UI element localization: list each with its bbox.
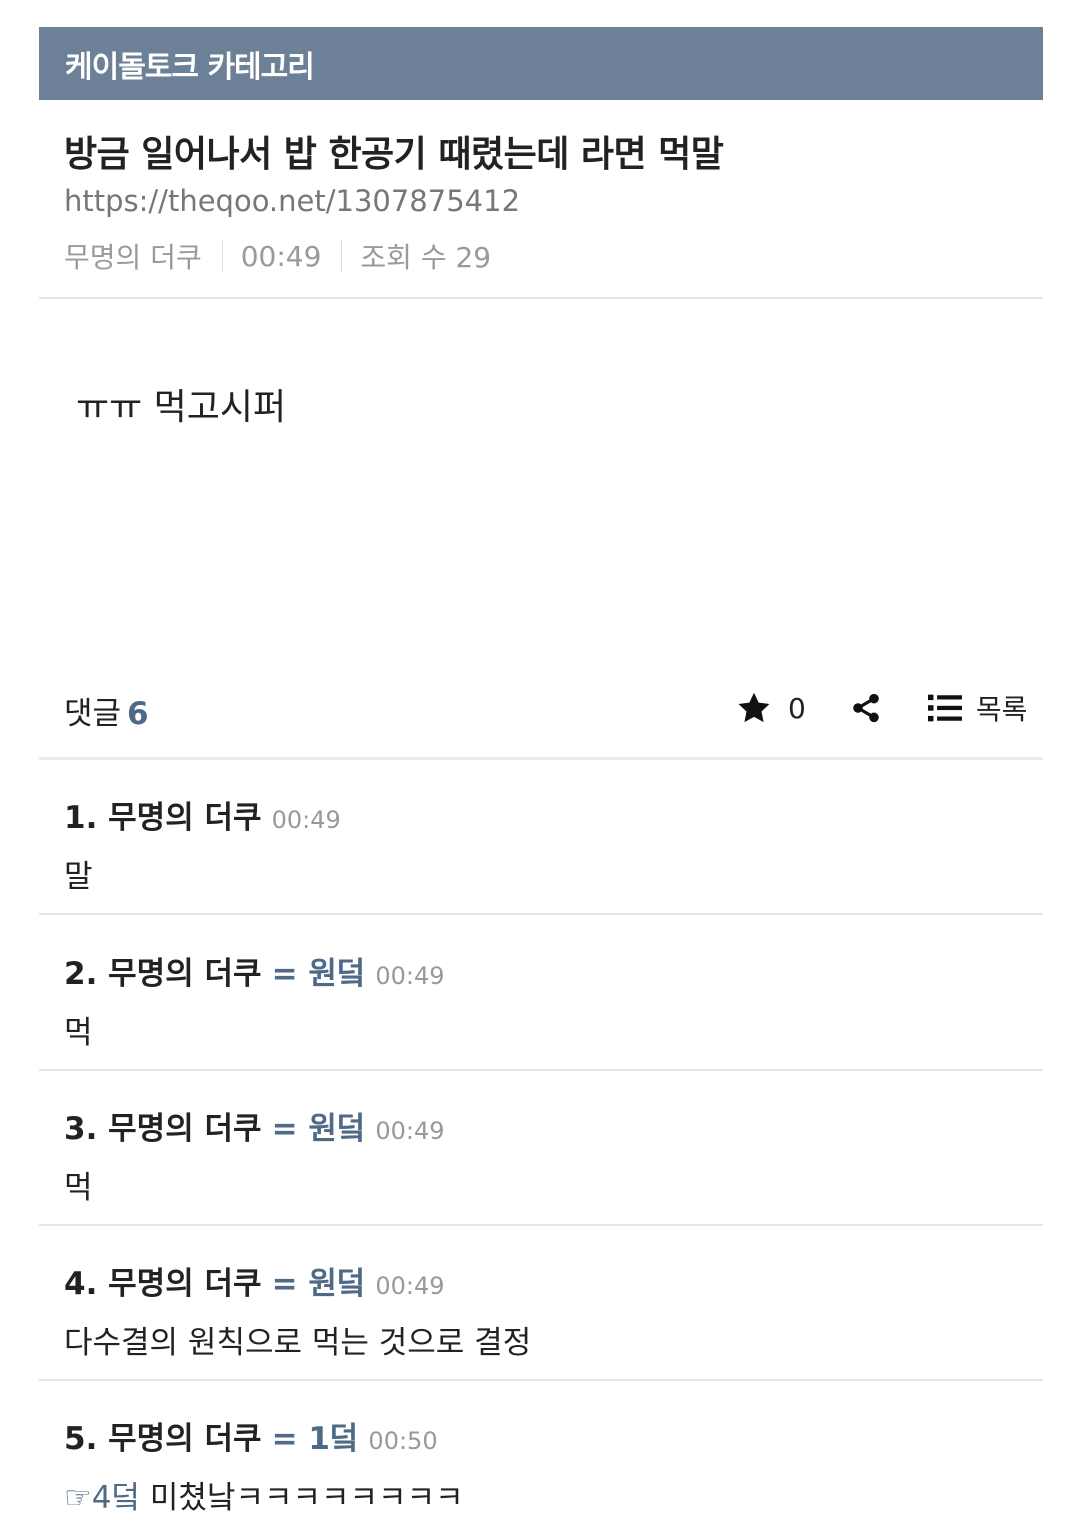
comments-label: 댓글 bbox=[64, 696, 122, 732]
comment-text: 먹 bbox=[64, 1015, 93, 1051]
comment-number: 5. bbox=[64, 1421, 98, 1457]
post-meta: 무명의 더쿠 00:49 조회 수 29 bbox=[64, 236, 491, 276]
star-count: 0 bbox=[788, 691, 806, 725]
comment-header: 1. 무명의 더쿠 00:49 bbox=[64, 792, 1024, 837]
comment-number: 4. bbox=[64, 1266, 98, 1302]
post-body: ㅠㅠ 먹고시퍼 bbox=[76, 387, 287, 428]
comments-count: 6 bbox=[127, 696, 149, 732]
post-actions: 0 목록 bbox=[736, 686, 1027, 730]
category-label[interactable]: 케이돌토크 카테고리 bbox=[65, 42, 315, 86]
post-page: 케이돌토크 카테고리 방금 일어나서 밥 한공기 때렸는데 라면 먹말 http… bbox=[0, 0, 1080, 1534]
comment-divider bbox=[39, 1069, 1043, 1071]
list-label: 목록 bbox=[975, 693, 1028, 726]
post-views: 조회 수 29 bbox=[360, 241, 492, 274]
post-url[interactable]: https://theqoo.net/1307875412 bbox=[64, 184, 520, 218]
comment-time: 00:50 bbox=[368, 1427, 438, 1455]
comment-divider bbox=[39, 1379, 1043, 1381]
comments-header: 댓글 6 bbox=[64, 688, 149, 733]
comment-badge: = 원덬 bbox=[271, 1111, 366, 1147]
comment-item: 2. 무명의 더쿠 = 원덬 00:49 먹 bbox=[64, 948, 1024, 1052]
comment-author: 무명의 더쿠 bbox=[108, 1111, 262, 1147]
comment-author: 무명의 더쿠 bbox=[108, 800, 262, 836]
comment-time: 00:49 bbox=[375, 1117, 445, 1145]
share-button[interactable] bbox=[850, 692, 882, 724]
post-title: 방금 일어나서 밥 한공기 때렸는데 라면 먹말 bbox=[64, 134, 724, 175]
comment-item: 3. 무명의 더쿠 = 원덬 00:49 먹 bbox=[64, 1103, 1024, 1207]
post-author: 무명의 더쿠 bbox=[64, 241, 202, 274]
comment-number: 1. bbox=[64, 800, 98, 836]
comment-header: 2. 무명의 더쿠 = 원덬 00:49 bbox=[64, 948, 1024, 993]
share-icon bbox=[853, 693, 879, 723]
comment-badge: = 원덬 bbox=[271, 956, 366, 992]
comment-item: 4. 무명의 더쿠 = 원덬 00:49 다수결의 원칙으로 먹는 것으로 결정 bbox=[64, 1258, 1024, 1362]
comment-item: 1. 무명의 더쿠 00:49 말 bbox=[64, 792, 1024, 896]
list-icon bbox=[927, 694, 962, 722]
comment-text: ☞4덬 미쳤낰ㅋㅋㅋㅋㅋㅋㅋㅋ bbox=[64, 1472, 1024, 1517]
comment-badge: = 1덬 bbox=[271, 1421, 359, 1457]
star-button[interactable]: 0 bbox=[736, 690, 806, 726]
comment-header: 3. 무명의 더쿠 = 원덬 00:49 bbox=[64, 1103, 1024, 1148]
comment-number: 2. bbox=[64, 956, 98, 992]
meta-separator bbox=[221, 240, 223, 272]
comment-text: 먹 bbox=[64, 1170, 93, 1206]
meta-separator bbox=[341, 240, 343, 272]
header-divider bbox=[39, 297, 1043, 299]
post-time: 00:49 bbox=[240, 239, 322, 273]
comment-time: 00:49 bbox=[375, 1272, 445, 1300]
comment-number: 3. bbox=[64, 1111, 98, 1147]
comment-author: 무명의 더쿠 bbox=[108, 1421, 262, 1457]
category-bar[interactable]: 케이돌토크 카테고리 bbox=[39, 27, 1043, 100]
comment-text: 말 bbox=[64, 859, 93, 895]
comment-divider bbox=[39, 913, 1043, 915]
comment-author: 무명의 더쿠 bbox=[108, 1266, 262, 1302]
comment-text: 다수결의 원칙으로 먹는 것으로 결정 bbox=[64, 1325, 532, 1361]
comment-badge: = 원덬 bbox=[271, 1266, 366, 1302]
star-icon bbox=[738, 692, 770, 723]
comment-header: 4. 무명의 더쿠 = 원덬 00:49 bbox=[64, 1258, 1024, 1303]
list-button[interactable]: 목록 bbox=[927, 688, 1028, 728]
comment-reply-link[interactable]: ☞4덬 bbox=[64, 1480, 140, 1516]
comment-time: 00:49 bbox=[271, 806, 341, 834]
comment-divider bbox=[39, 1224, 1043, 1226]
comment-time: 00:49 bbox=[375, 962, 445, 990]
comment-author: 무명의 더쿠 bbox=[108, 956, 262, 992]
comment-item: 5. 무명의 더쿠 = 1덬 00:50 ☞4덬 미쳤낰ㅋㅋㅋㅋㅋㅋㅋㅋ bbox=[64, 1413, 1024, 1517]
comment-header: 5. 무명의 더쿠 = 1덬 00:50 bbox=[64, 1413, 1024, 1458]
comments-divider bbox=[39, 757, 1043, 760]
comment-body: 미쳤낰ㅋㅋㅋㅋㅋㅋㅋㅋ bbox=[140, 1480, 464, 1516]
